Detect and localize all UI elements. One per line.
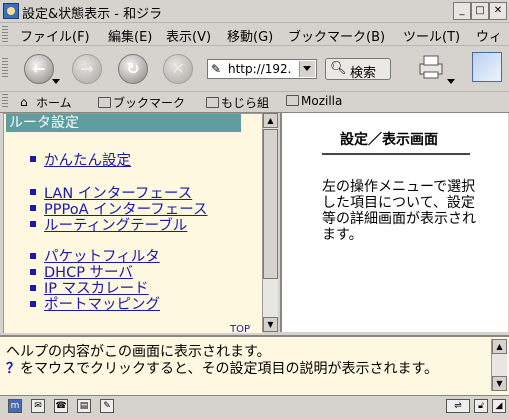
url-text[interactable]: http://192. [228,62,291,76]
content-title: 設定／表示画面 [340,132,438,148]
menu-frame-scrollbar[interactable]: ▲ ▼ [262,113,278,332]
scroll-up-button[interactable]: ▲ [263,113,278,128]
bookmarks-grip[interactable] [2,94,8,108]
help-frame: ヘルプの内容がこの画面に表示されます。 ？をマウスでクリックすると、その設定項目… [0,335,509,395]
content-text: 左の操作メニューで選択した項目について、設定等の詳細画面が表示されます。 [322,179,476,243]
scroll-thumb[interactable] [263,129,278,279]
bullet-icon [30,221,36,227]
print-icon[interactable] [416,52,446,82]
bookmark-label: もじら組 [221,96,270,110]
link-port-mapping[interactable]: ポートマッピング [44,293,160,314]
lock-icon: 🔓︎ [474,399,488,413]
navigator-icon[interactable]: m [8,399,22,413]
stop-button[interactable]: ✕ [163,54,193,84]
folder-icon [98,97,111,108]
menu-file[interactable]: ファイル(F) [20,26,90,45]
menu-tools[interactable]: ツール(T) [403,26,460,45]
home-icon: ⌂ [20,95,28,109]
menu-edit[interactable]: 編集(E) [108,26,152,45]
minimize-button[interactable]: _ [453,2,471,20]
search-label: 検索 [350,66,377,81]
toolbar-grip[interactable] [2,58,8,78]
url-input[interactable]: ✎ http://192. [207,59,317,79]
help-instruction: ？をマウスでクリックすると、その設定項目の説明が表示されます。 [6,358,438,378]
bookmark-folder-bookmarks[interactable]: ブックマーク [98,94,185,111]
bullet-icon [30,253,36,259]
menu-view[interactable]: 表示(V) [166,26,211,45]
reload-button[interactable]: ↻ [118,54,148,84]
window-title: 設定&状態表示 - 和ジラ [22,7,163,22]
magnifier-icon: 🔍︎ [330,61,347,76]
frame-heading: ルータ設定 [6,114,241,132]
link-easy-setup[interactable]: かんたん設定 [44,149,131,170]
status-grip-icon[interactable]: ◢ [492,399,506,413]
pencil-icon: ✎ [211,62,222,76]
maximize-button[interactable]: □ [471,2,489,20]
bullet-icon [30,205,36,211]
search-button[interactable]: 🔍︎ 検索 [325,58,391,81]
mail-icon[interactable]: ✉ [31,399,45,413]
help-instruction-text: をマウスでクリックすると、その設定項目の説明が表示されます。 [20,361,439,377]
bullet-icon [30,189,36,195]
throbber-icon[interactable] [472,52,502,82]
bullet-icon [30,269,36,275]
title-bar: 設定&状態表示 - 和ジラ _ □ ✕ [0,0,509,23]
menu-window[interactable]: ウィ [476,26,502,45]
bookmark-folder-mojira[interactable]: もじら組 [206,94,269,111]
scroll-down-button[interactable]: ▼ [263,317,278,332]
back-dropdown-icon[interactable] [52,79,60,84]
divider [322,153,470,155]
bookmark-folder-mozilla[interactable]: Mozilla [286,94,342,108]
folder-icon [286,95,299,106]
scroll-down-button[interactable]: ▼ [492,376,507,391]
content-frame: 設定／表示画面 左の操作メニューで選択した項目について、設定等の詳細画面が表示さ… [280,113,508,332]
folder-icon [206,97,219,108]
menu-bar: ファイル(F) 編集(E) 表示(V) 移動(G) ブックマーク(B) ツール(… [0,23,509,46]
forward-button[interactable]: → [72,54,102,84]
bookmark-home[interactable]: ホーム [36,94,72,111]
connection-icon: ⇌ [446,399,470,413]
menu-go[interactable]: 移動(G) [227,26,273,45]
print-dropdown-icon[interactable] [447,79,455,84]
bookmark-label: ブックマーク [113,96,186,110]
bookmarks-toolbar: ⌂ ホーム ブックマーク もじら組 Mozilla [0,92,509,113]
chevron-down-icon [303,66,311,71]
link-routing-table[interactable]: ルーティングテーブル [44,214,187,235]
composer-icon[interactable]: ✎ [100,399,114,413]
top-link[interactable]: TOP [230,324,250,333]
navigation-toolbar: ← → ↻ ✕ ✎ http://192. 🔍︎ 検索 [0,46,509,92]
scroll-up-button[interactable]: ▲ [492,339,507,354]
menu-bookmarks[interactable]: ブックマーク(B) [288,26,385,45]
status-bar: m ✉ ☎ ▤ ✎ ⇌ 🔓︎ ◢ [0,395,509,419]
grip-handle[interactable] [2,26,8,42]
bullet-icon [30,285,36,291]
app-icon[interactable] [3,3,19,19]
back-button[interactable]: ← [24,54,54,84]
help-scrollbar[interactable]: ▲ ▼ [491,339,507,391]
close-button[interactable]: ✕ [489,2,507,20]
bullet-icon [30,301,36,307]
bookmark-label: Mozilla [301,94,343,108]
help-question-icon: ？ [6,361,20,377]
url-dropdown-button[interactable] [299,61,315,77]
menu-frame: ルータ設定 かんたん設定 LAN インターフェース PPPoA インターフェース… [3,113,262,333]
bullet-icon [30,156,36,162]
chat-icon[interactable]: ☎ [54,399,68,413]
addressbook-icon[interactable]: ▤ [77,399,91,413]
